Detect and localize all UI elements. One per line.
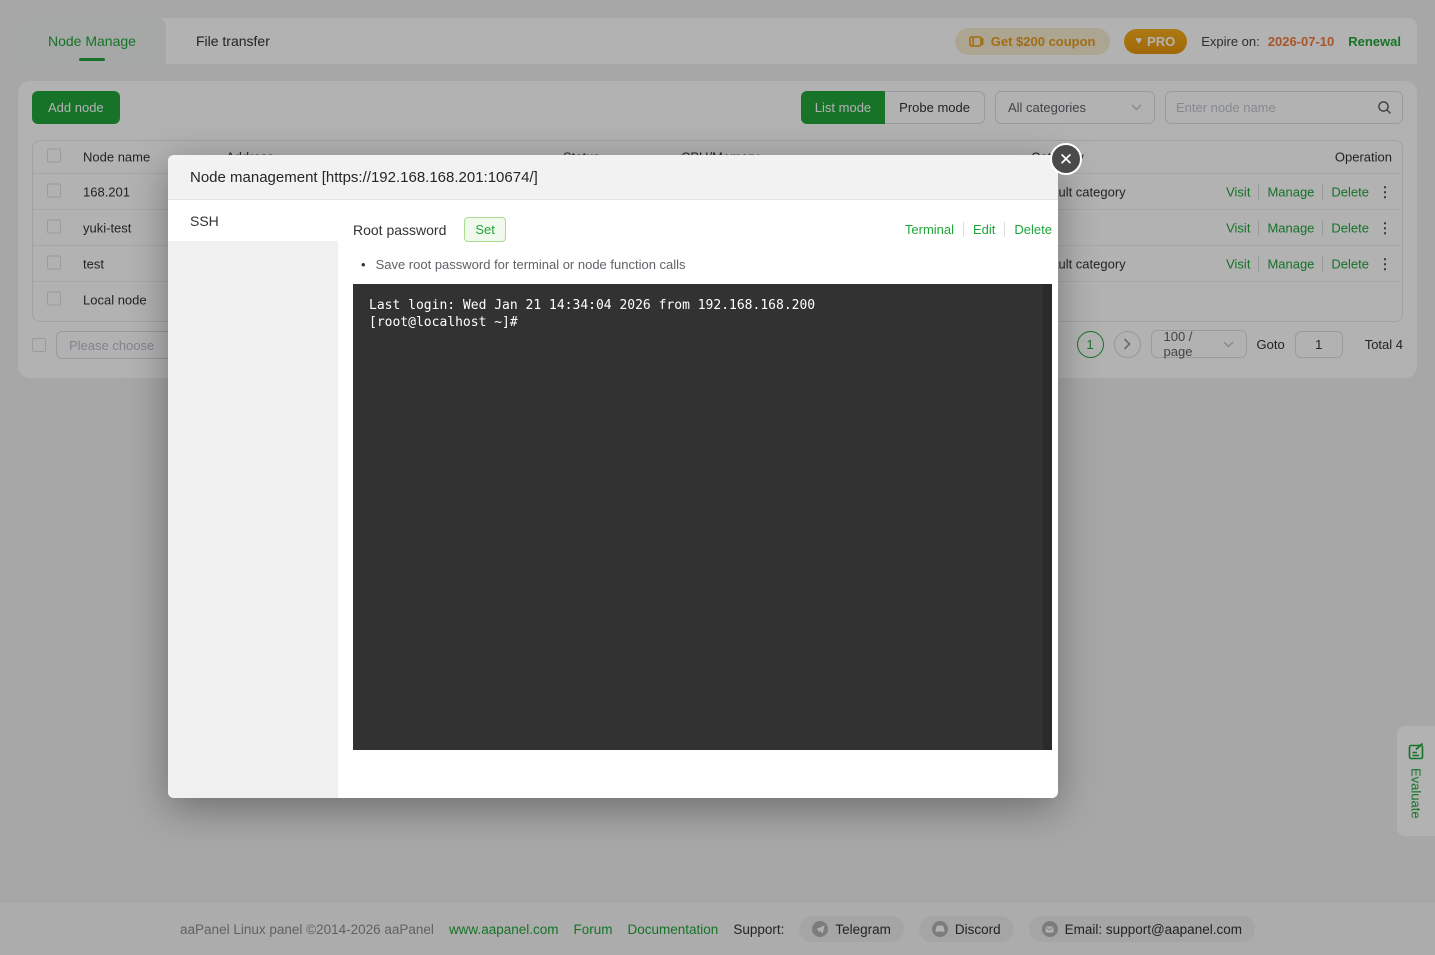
edit-link[interactable]: Edit [963, 222, 995, 237]
close-icon: ✕ [1059, 151, 1073, 168]
modal-title: Node management [https://192.168.168.201… [190, 169, 538, 186]
terminal-link[interactable]: Terminal [905, 222, 954, 237]
terminal[interactable]: Last login: Wed Jan 21 14:34:04 2026 fro… [353, 284, 1052, 750]
node-management-modal: Node management [https://192.168.168.201… [168, 155, 1058, 798]
modal-body: SSH Root password Set Terminal Edit Dele… [168, 200, 1058, 798]
page: Node Manage File transfer Get $200 coupo… [0, 0, 1435, 955]
modal-close-button[interactable]: ✕ [1050, 143, 1082, 175]
root-password-note: Save root password for terminal or node … [353, 257, 1052, 272]
terminal-line: [root@localhost ~]# [369, 314, 1036, 331]
modal-header: Node management [https://192.168.168.201… [168, 155, 1058, 200]
node-action-links: Terminal Edit Delete [905, 222, 1052, 237]
terminal-line: Last login: Wed Jan 21 14:34:04 2026 fro… [369, 297, 1036, 314]
sidebar-item-ssh-label: SSH [190, 213, 219, 229]
modal-sidebar: SSH [168, 200, 338, 798]
modal-content: Root password Set Terminal Edit Delete S… [338, 200, 1058, 798]
terminal-scrollbar[interactable] [1043, 284, 1052, 750]
root-password-label: Root password [353, 222, 446, 238]
root-password-row: Root password Set Terminal Edit Delete [353, 217, 1052, 242]
delete-link[interactable]: Delete [1004, 222, 1052, 237]
sidebar-item-ssh[interactable]: SSH [168, 200, 338, 241]
set-button[interactable]: Set [464, 217, 506, 242]
